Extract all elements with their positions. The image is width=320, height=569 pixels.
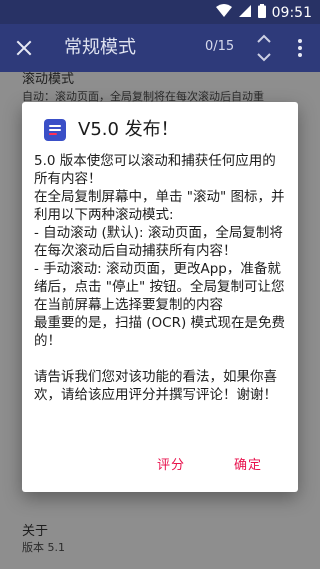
close-button[interactable] [12, 36, 36, 60]
rate-button[interactable]: 评分 [157, 454, 185, 473]
version-text: 版本 5.1 [22, 541, 65, 554]
dialog-title: V5.0 发布！ [78, 119, 179, 140]
scroll-mode-title: 滚动模式 [22, 72, 75, 87]
battery-icon [257, 3, 266, 22]
release-notes-dialog: V5.0 发布！ 5.0 版本使您可以滚动和捕获任何应用的所有内容！ 在全局复制… [22, 102, 298, 492]
wifi-icon [215, 3, 232, 22]
chevron-up-down-icon [257, 34, 271, 62]
cellular-signal-icon [238, 3, 252, 22]
page-title: 常规模式 [64, 37, 136, 58]
ok-button[interactable]: 确定 [234, 454, 262, 473]
more-options-button[interactable] [294, 36, 306, 60]
nav-arrows[interactable] [254, 32, 274, 64]
about-title: 关于 [22, 524, 49, 539]
more-vert-icon [298, 39, 302, 57]
status-bar: 09:51 [0, 0, 320, 24]
status-icons: 09:51 [215, 3, 312, 22]
dialog-message: 5.0 版本使您可以滚动和捕获任何应用的所有内容！ 在全局复制屏幕中，单击 "滚… [34, 153, 286, 403]
close-icon [16, 40, 32, 56]
app-bar: 常规模式 0/15 [0, 24, 320, 72]
result-counter: 0/15 [205, 39, 235, 54]
app-logo-icon [44, 119, 66, 141]
status-time: 09:51 [271, 4, 312, 21]
